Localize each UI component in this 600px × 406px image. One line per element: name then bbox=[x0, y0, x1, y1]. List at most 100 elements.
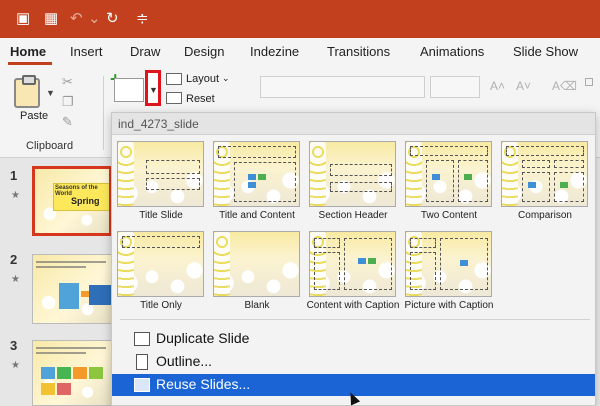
slide-thumbnail-2[interactable] bbox=[32, 254, 112, 324]
layout-picture-with-caption[interactable] bbox=[405, 231, 492, 297]
ribbon-tabs: Home Insert Draw Design Indezine Transit… bbox=[0, 38, 600, 68]
layout-label: Title Slide bbox=[139, 210, 183, 221]
slide-thumbnail-1[interactable]: Seasons of the World Spring bbox=[32, 166, 112, 236]
slide-number: 3 bbox=[10, 338, 18, 353]
thumb-text-line bbox=[36, 352, 86, 354]
title-placeholder bbox=[122, 236, 200, 248]
new-slide-dropdown-button[interactable]: ▼ bbox=[145, 70, 161, 106]
menu-item-label: Duplicate Slide bbox=[156, 330, 250, 346]
layout-label: Content with Caption bbox=[306, 300, 400, 311]
thumb-text-line bbox=[36, 347, 106, 349]
daisy-decoration bbox=[118, 142, 134, 206]
layout-content-with-caption[interactable] bbox=[309, 231, 396, 297]
tab-transitions[interactable]: Transitions bbox=[327, 44, 390, 59]
content-icon bbox=[358, 258, 366, 264]
tab-indezine[interactable]: Indezine bbox=[250, 44, 299, 59]
chevron-down-icon: ▼ bbox=[149, 85, 158, 95]
layout-label: Title and Content bbox=[219, 210, 295, 221]
layout-dropdown-icon[interactable]: ⌄ bbox=[222, 73, 230, 84]
sidebar-icon[interactable]: ▣ bbox=[16, 9, 30, 29]
thumb-tile bbox=[57, 367, 71, 379]
star-icon: ★ bbox=[11, 360, 20, 371]
paste-icon[interactable] bbox=[14, 75, 40, 108]
font-size-select[interactable] bbox=[430, 76, 480, 98]
content-icon bbox=[368, 258, 376, 264]
clear-format-icon[interactable]: A⌫ bbox=[552, 79, 577, 93]
reset-button[interactable]: Reset bbox=[186, 93, 215, 105]
ribbon-divider bbox=[103, 76, 104, 150]
caption-title-placeholder bbox=[314, 238, 340, 248]
content-icon bbox=[248, 174, 256, 180]
layout-label: Two Content bbox=[420, 210, 478, 221]
heading-placeholder-left bbox=[522, 160, 550, 168]
thumb-tile bbox=[41, 367, 55, 379]
layout-title-only[interactable] bbox=[117, 231, 204, 297]
daisy-decoration bbox=[214, 232, 230, 296]
layout-icon[interactable] bbox=[166, 73, 182, 85]
outline-menu-item[interactable]: Outline... bbox=[112, 351, 595, 373]
thumb-image bbox=[59, 283, 79, 309]
title-placeholder bbox=[146, 160, 200, 174]
menu-item-label: Reuse Slides... bbox=[156, 376, 251, 392]
caption-title-placeholder bbox=[410, 238, 436, 248]
content-placeholder-right bbox=[554, 172, 584, 202]
format-painter-icon[interactable]: ✎ bbox=[62, 114, 73, 130]
layout-two-content[interactable] bbox=[405, 141, 492, 207]
title-bar: ▣ ▦ ↶ ⌄ ↻ ≑ bbox=[0, 0, 600, 38]
content-icon bbox=[560, 182, 568, 188]
paste-dropdown-icon[interactable]: ▼ bbox=[46, 88, 55, 98]
new-slide-layout-menu: ind_4273_slide Title Slide Title and Con… bbox=[111, 112, 596, 406]
layout-comparison[interactable] bbox=[501, 141, 588, 207]
bullets-icon[interactable] bbox=[585, 78, 593, 86]
tab-insert[interactable]: Insert bbox=[70, 44, 103, 59]
layout-title-slide[interactable] bbox=[117, 141, 204, 207]
menu-item-label: Outline... bbox=[156, 353, 213, 369]
save-icon[interactable]: ▦ bbox=[44, 9, 58, 29]
title-placeholder bbox=[506, 146, 584, 156]
paste-button-label[interactable]: Paste bbox=[20, 110, 48, 122]
new-slide-button[interactable] bbox=[114, 78, 144, 102]
title-placeholder bbox=[330, 164, 392, 176]
increase-font-icon[interactable]: A˄ bbox=[490, 79, 505, 93]
layout-label: Comparison bbox=[518, 210, 572, 221]
duplicate-slide-icon bbox=[134, 332, 150, 346]
title-placeholder bbox=[218, 146, 296, 158]
slide-number: 2 bbox=[10, 252, 18, 267]
customize-icon[interactable]: ≑ bbox=[136, 9, 149, 29]
layout-section-header[interactable] bbox=[309, 141, 396, 207]
layout-label: Picture with Caption bbox=[404, 300, 494, 311]
text-placeholder bbox=[330, 182, 392, 192]
caption-text-placeholder bbox=[314, 252, 340, 290]
thumb-tile bbox=[73, 367, 87, 379]
content-placeholder-left bbox=[522, 172, 550, 202]
layout-button[interactable]: Layout bbox=[186, 73, 219, 85]
thumb-tile bbox=[89, 367, 103, 379]
reset-icon[interactable] bbox=[166, 92, 182, 104]
thumb-tile bbox=[57, 383, 71, 395]
duplicate-slide-menu-item[interactable]: Duplicate Slide bbox=[112, 328, 595, 350]
undo-dropdown-icon[interactable]: ⌄ bbox=[88, 9, 101, 29]
layout-title-and-content[interactable] bbox=[213, 141, 300, 207]
cut-icon[interactable]: ✂ bbox=[62, 74, 73, 90]
decrease-font-icon[interactable]: A˅ bbox=[516, 79, 531, 93]
tab-slide-show[interactable]: Slide Show bbox=[513, 44, 578, 59]
caption-text-placeholder bbox=[410, 252, 436, 290]
font-family-select[interactable] bbox=[260, 76, 425, 98]
tab-animations[interactable]: Animations bbox=[420, 44, 484, 59]
star-icon: ★ bbox=[11, 190, 20, 201]
layout-blank[interactable] bbox=[213, 231, 300, 297]
redo-icon[interactable]: ↻ bbox=[106, 9, 119, 29]
thumb-subtitle: Spring bbox=[71, 196, 100, 206]
tab-design[interactable]: Design bbox=[184, 44, 224, 59]
slide-thumbnail-3[interactable] bbox=[32, 340, 112, 406]
gallery-header: ind_4273_slide bbox=[112, 113, 595, 135]
tab-home[interactable]: Home bbox=[10, 44, 46, 59]
active-tab-indicator bbox=[8, 62, 52, 65]
tab-draw[interactable]: Draw bbox=[130, 44, 160, 59]
content-placeholder bbox=[344, 238, 392, 290]
undo-icon[interactable]: ↶ bbox=[70, 9, 83, 29]
thumb-text-line bbox=[36, 266, 86, 268]
content-icon bbox=[432, 174, 440, 180]
title-placeholder bbox=[410, 146, 488, 156]
copy-icon[interactable]: ❐ bbox=[62, 94, 74, 110]
